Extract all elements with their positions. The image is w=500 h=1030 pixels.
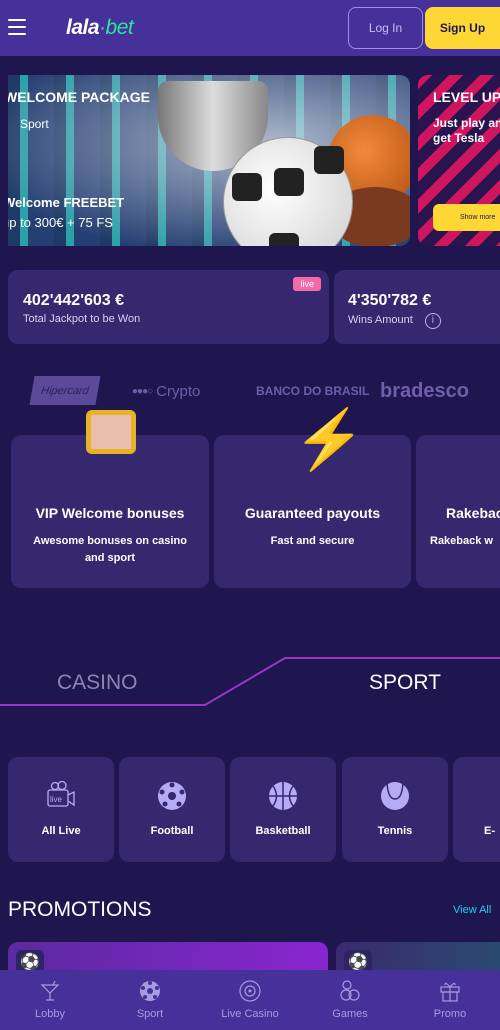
signup-button[interactable]: Sign Up — [425, 7, 500, 49]
nav-live-casino[interactable]: Live Casino — [200, 970, 300, 1030]
banner-amount: up to 300€ + 75 FS — [8, 215, 113, 230]
basketball-icon — [269, 782, 297, 810]
benefit-subtitle: Fast and secure — [270, 535, 355, 547]
football-icon — [140, 981, 160, 1001]
tennis-icon — [381, 782, 409, 810]
crypto-coins-icon: ●●●○ — [132, 385, 153, 397]
banner-title: WELCOME PACKAGE — [8, 89, 150, 105]
cherries-icon — [340, 980, 360, 1001]
nav-promo[interactable]: Promo — [400, 970, 500, 1030]
benefit-title: VIP Welcome bonuses — [35, 505, 185, 521]
show-more-button[interactable]: Show more — [433, 204, 500, 231]
lightning-icon: ⚡ — [293, 407, 366, 472]
sport-item-all-live[interactable]: live All Live — [8, 757, 114, 862]
menu-icon[interactable] — [8, 19, 26, 35]
jackpot-value: 402'442'603 € — [23, 292, 125, 309]
sport-item-esports[interactable]: E- — [453, 757, 500, 862]
banner-subtitle: Just play andget Tesla — [433, 116, 500, 146]
live-camera-icon: live — [47, 781, 75, 807]
banner-offer: Welcome FREEBET — [8, 195, 125, 210]
benefit-card: VIP Welcome bonuses Awesome bonuses on ca… — [11, 435, 209, 588]
sport-item-football[interactable]: Football — [119, 757, 225, 862]
bank-label: BANCO DO BRASIL — [256, 384, 370, 398]
live-badge: live — [293, 277, 321, 291]
sport-item-basketball[interactable]: Basketball — [230, 757, 336, 862]
banner-category: Sport — [20, 117, 49, 131]
roulette-chip-icon — [239, 980, 261, 1002]
gift-icon — [86, 410, 136, 454]
tab-sport[interactable]: SPORT — [369, 671, 441, 695]
logo[interactable]: lala·bet — [66, 16, 134, 40]
sport-label: All Live — [41, 825, 81, 837]
login-button[interactable]: Log In — [348, 7, 423, 49]
esports-icon — [484, 781, 500, 811]
welcome-banner[interactable]: WELCOME PACKAGE Sport Welcome FREEBET up… — [8, 75, 410, 246]
crypto-label: Crypto — [156, 382, 201, 400]
cocktail-icon — [40, 980, 60, 1001]
subtitle-line: Just play and — [433, 116, 500, 130]
banner-title: LEVEL UP — [433, 89, 500, 105]
sport-label: Football — [150, 825, 194, 837]
benefit-title: Guaranteed payouts — [244, 505, 381, 521]
nav-label: Live Casino — [221, 1008, 279, 1020]
wins-value: 4'350'782 € — [348, 292, 432, 309]
crypto-logo: ●●●○ Crypto — [132, 375, 200, 407]
nav-sport[interactable]: Sport — [100, 970, 200, 1030]
nav-lobby[interactable]: Lobby — [0, 970, 100, 1030]
banco-do-brasil-logo: BANCO DO BRASIL — [256, 375, 369, 407]
svg-text:live: live — [50, 795, 63, 804]
benefit-card: Rakeback Rakeback w — [416, 435, 500, 588]
benefit-title: Rakeback — [446, 505, 500, 521]
football-icon — [158, 782, 186, 810]
logo-text-accent: bet — [105, 16, 134, 39]
level-up-banner[interactable]: LEVEL UP Just play andget Tesla Show mor… — [418, 75, 500, 246]
hipercard-logo: Hipercard — [29, 376, 101, 405]
info-icon[interactable]: i — [424, 313, 441, 329]
nav-games[interactable]: Games — [300, 970, 400, 1030]
jackpot-card: live 402'442'603 € Total Jackpot to be W… — [8, 270, 329, 344]
promotions-heading: PROMOTIONS — [8, 898, 152, 921]
sport-label: Tennis — [377, 825, 413, 837]
benefit-subtitle: Awesome bonuses on casino and sport — [33, 535, 187, 564]
subtitle-line: get Tesla — [433, 131, 485, 145]
wins-label: Wins Amount — [348, 314, 413, 326]
nav-label: Sport — [136, 1008, 164, 1020]
tab-casino[interactable]: CASINO — [57, 671, 138, 695]
wins-label-row: Wins Amount i — [348, 313, 486, 329]
nav-label: Promo — [433, 1008, 467, 1020]
bradesco-logo: bradesco — [380, 375, 469, 407]
logo-text: lala — [66, 16, 100, 39]
gift-icon — [440, 982, 460, 1002]
bottom-nav: Lobby Sport Live Casino Games Promo — [0, 970, 500, 1030]
sport-item-tennis[interactable]: Tennis — [342, 757, 448, 862]
sport-label: E- — [484, 825, 495, 837]
nav-label: Games — [332, 1008, 368, 1020]
jackpot-label: Total Jackpot to be Won — [23, 313, 141, 325]
nav-label: Lobby — [35, 1008, 65, 1020]
sport-label: Basketball — [255, 825, 311, 837]
view-all-link[interactable]: View All — [453, 904, 491, 916]
wins-card: 4'350'782 € Wins Amount i — [334, 270, 500, 344]
bank-label: bradesco — [380, 379, 469, 402]
benefit-subtitle: Rakeback w — [430, 535, 493, 547]
